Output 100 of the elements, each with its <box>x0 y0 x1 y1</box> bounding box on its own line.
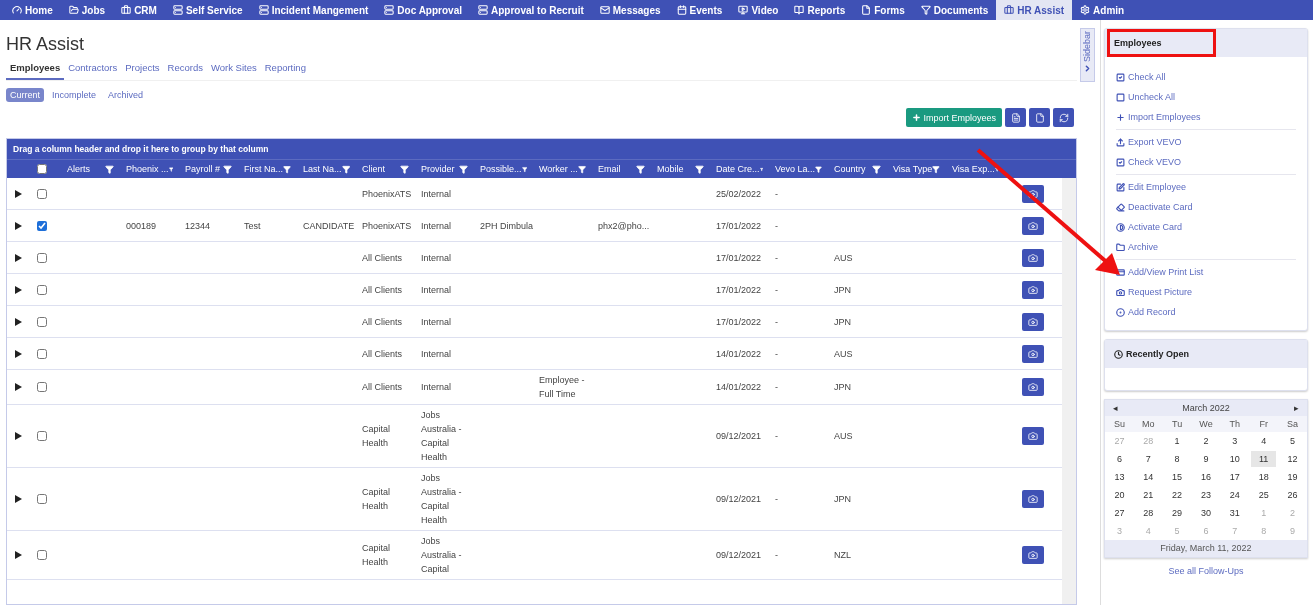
calendar-day[interactable]: 26 <box>1280 487 1305 503</box>
filter-icon[interactable] <box>459 164 468 174</box>
calendar-day[interactable]: 1 <box>1164 433 1190 449</box>
caret-icon[interactable] <box>15 253 22 262</box>
caret-icon[interactable] <box>15 432 22 440</box>
caret-icon[interactable] <box>15 495 22 503</box>
calendar-day[interactable]: 21 <box>1135 487 1161 503</box>
calendar-day[interactable]: 6 <box>1106 451 1132 467</box>
nav-item[interactable]: Self Service <box>164 0 251 20</box>
calendar-day[interactable]: 13 <box>1106 469 1132 485</box>
filter-icon[interactable] <box>341 164 350 174</box>
filter-pill[interactable]: Archived <box>104 88 148 102</box>
nav-item[interactable]: Jobs <box>60 0 114 20</box>
filter-icon[interactable] <box>815 164 822 174</box>
row-checkbox[interactable] <box>37 382 47 392</box>
row-checkbox[interactable] <box>37 220 47 231</box>
camera-button[interactable] <box>1021 216 1044 235</box>
column-header[interactable]: First Na... <box>244 164 283 174</box>
calendar-day[interactable]: 17 <box>1222 469 1248 485</box>
filter-icon[interactable] <box>105 164 114 174</box>
calendar-day[interactable]: 4 <box>1251 433 1277 449</box>
row-checkbox[interactable] <box>37 348 47 359</box>
caret-icon[interactable] <box>15 317 22 326</box>
calendar-day[interactable]: 31 <box>1222 505 1248 521</box>
tab[interactable]: Records <box>163 60 207 80</box>
camera-button[interactable] <box>1021 490 1044 508</box>
action-link[interactable]: Archive <box>1115 237 1296 257</box>
nav-item[interactable]: Doc Approval <box>376 0 470 20</box>
nav-item[interactable]: Documents <box>912 0 997 20</box>
nav-item[interactable]: HR Assist <box>996 0 1073 20</box>
column-header[interactable]: Vevo La... <box>775 164 816 174</box>
caret-icon[interactable] <box>15 189 22 198</box>
calendar-day[interactable]: 18 <box>1251 469 1277 485</box>
calendar-day[interactable]: 24 <box>1222 487 1248 503</box>
action-link[interactable]: Import Employees <box>1115 107 1296 127</box>
calendar-day[interactable]: 23 <box>1193 487 1219 503</box>
calendar-day[interactable]: 11 <box>1251 451 1277 467</box>
column-header[interactable]: Visa Exp... <box>952 164 995 174</box>
tab[interactable]: Contractors <box>64 60 122 80</box>
action-link[interactable]: Add/View Print List <box>1115 262 1296 282</box>
row-checkbox[interactable] <box>37 431 47 441</box>
camera-button[interactable] <box>1021 546 1044 564</box>
calendar-day[interactable]: 10 <box>1222 451 1248 467</box>
document-button[interactable] <box>1005 108 1026 127</box>
filter-icon[interactable] <box>932 164 940 174</box>
calendar-day[interactable]: 15 <box>1164 469 1190 485</box>
nav-item[interactable]: Incident Mangement <box>250 0 377 20</box>
calendar-day[interactable]: 9 <box>1193 451 1219 467</box>
nav-item[interactable]: Home <box>4 0 61 20</box>
calendar-day[interactable]: 3 <box>1222 433 1248 449</box>
filter-pill[interactable]: Current <box>6 88 44 102</box>
action-link[interactable]: Uncheck All <box>1115 87 1296 107</box>
action-link[interactable]: Export VEVO <box>1115 132 1296 152</box>
calendar-day[interactable]: 30 <box>1193 505 1219 521</box>
action-link[interactable]: Check VEVO <box>1115 152 1296 172</box>
camera-button[interactable] <box>1021 248 1044 267</box>
filter-icon[interactable] <box>577 164 586 174</box>
column-header[interactable]: Date Cre... <box>716 164 760 174</box>
caret-icon[interactable] <box>15 383 22 391</box>
nav-item[interactable]: CRM <box>113 0 165 20</box>
tab[interactable]: Work Sites <box>207 60 261 80</box>
column-header[interactable]: Mobile <box>657 164 684 174</box>
action-link[interactable]: Activate Card <box>1115 217 1296 237</box>
camera-button[interactable] <box>1021 378 1044 396</box>
calendar-day[interactable]: 16 <box>1193 469 1219 485</box>
column-header[interactable]: Payroll # <box>185 164 220 174</box>
nav-item[interactable]: Admin <box>1072 0 1133 20</box>
caret-icon[interactable] <box>15 285 22 294</box>
calendar-day[interactable]: 29 <box>1164 505 1190 521</box>
refresh-button[interactable] <box>1053 108 1074 127</box>
row-checkbox[interactable] <box>37 284 47 295</box>
nav-item[interactable]: Messages <box>591 0 669 20</box>
row-checkbox[interactable] <box>37 316 47 327</box>
action-link[interactable]: Request Picture <box>1115 282 1296 302</box>
select-all-checkbox[interactable] <box>37 164 47 174</box>
row-checkbox[interactable] <box>37 550 47 560</box>
import-button[interactable]: Import Employees <box>906 108 1002 127</box>
filter-icon[interactable] <box>872 164 881 174</box>
calendar-day[interactable]: 7 <box>1135 451 1161 467</box>
filter-icon[interactable] <box>636 164 645 174</box>
calendar-day[interactable]: 12 <box>1280 451 1305 467</box>
follow-ups-link[interactable]: See all Follow-Ups <box>1103 566 1308 576</box>
camera-button[interactable] <box>1021 280 1044 299</box>
tab[interactable]: Reporting <box>260 60 310 80</box>
tab[interactable]: Projects <box>121 60 164 80</box>
filter-icon[interactable] <box>521 164 527 174</box>
row-checkbox[interactable] <box>37 494 47 504</box>
calendar-day[interactable]: 25 <box>1251 487 1277 503</box>
caret-icon[interactable] <box>15 551 22 559</box>
column-header[interactable]: Client <box>362 164 385 174</box>
filter-icon[interactable] <box>400 164 409 174</box>
column-header[interactable]: Email <box>598 164 621 174</box>
camera-button[interactable] <box>1021 427 1044 445</box>
nav-item[interactable]: Events <box>668 0 731 20</box>
column-header[interactable]: Country <box>834 164 866 174</box>
calendar-day[interactable]: 22 <box>1164 487 1190 503</box>
action-link[interactable]: Check All <box>1115 67 1296 87</box>
column-header[interactable]: Possible... <box>480 164 522 174</box>
filter-icon[interactable] <box>223 164 232 174</box>
column-header[interactable]: Phoenix ... <box>126 164 169 174</box>
